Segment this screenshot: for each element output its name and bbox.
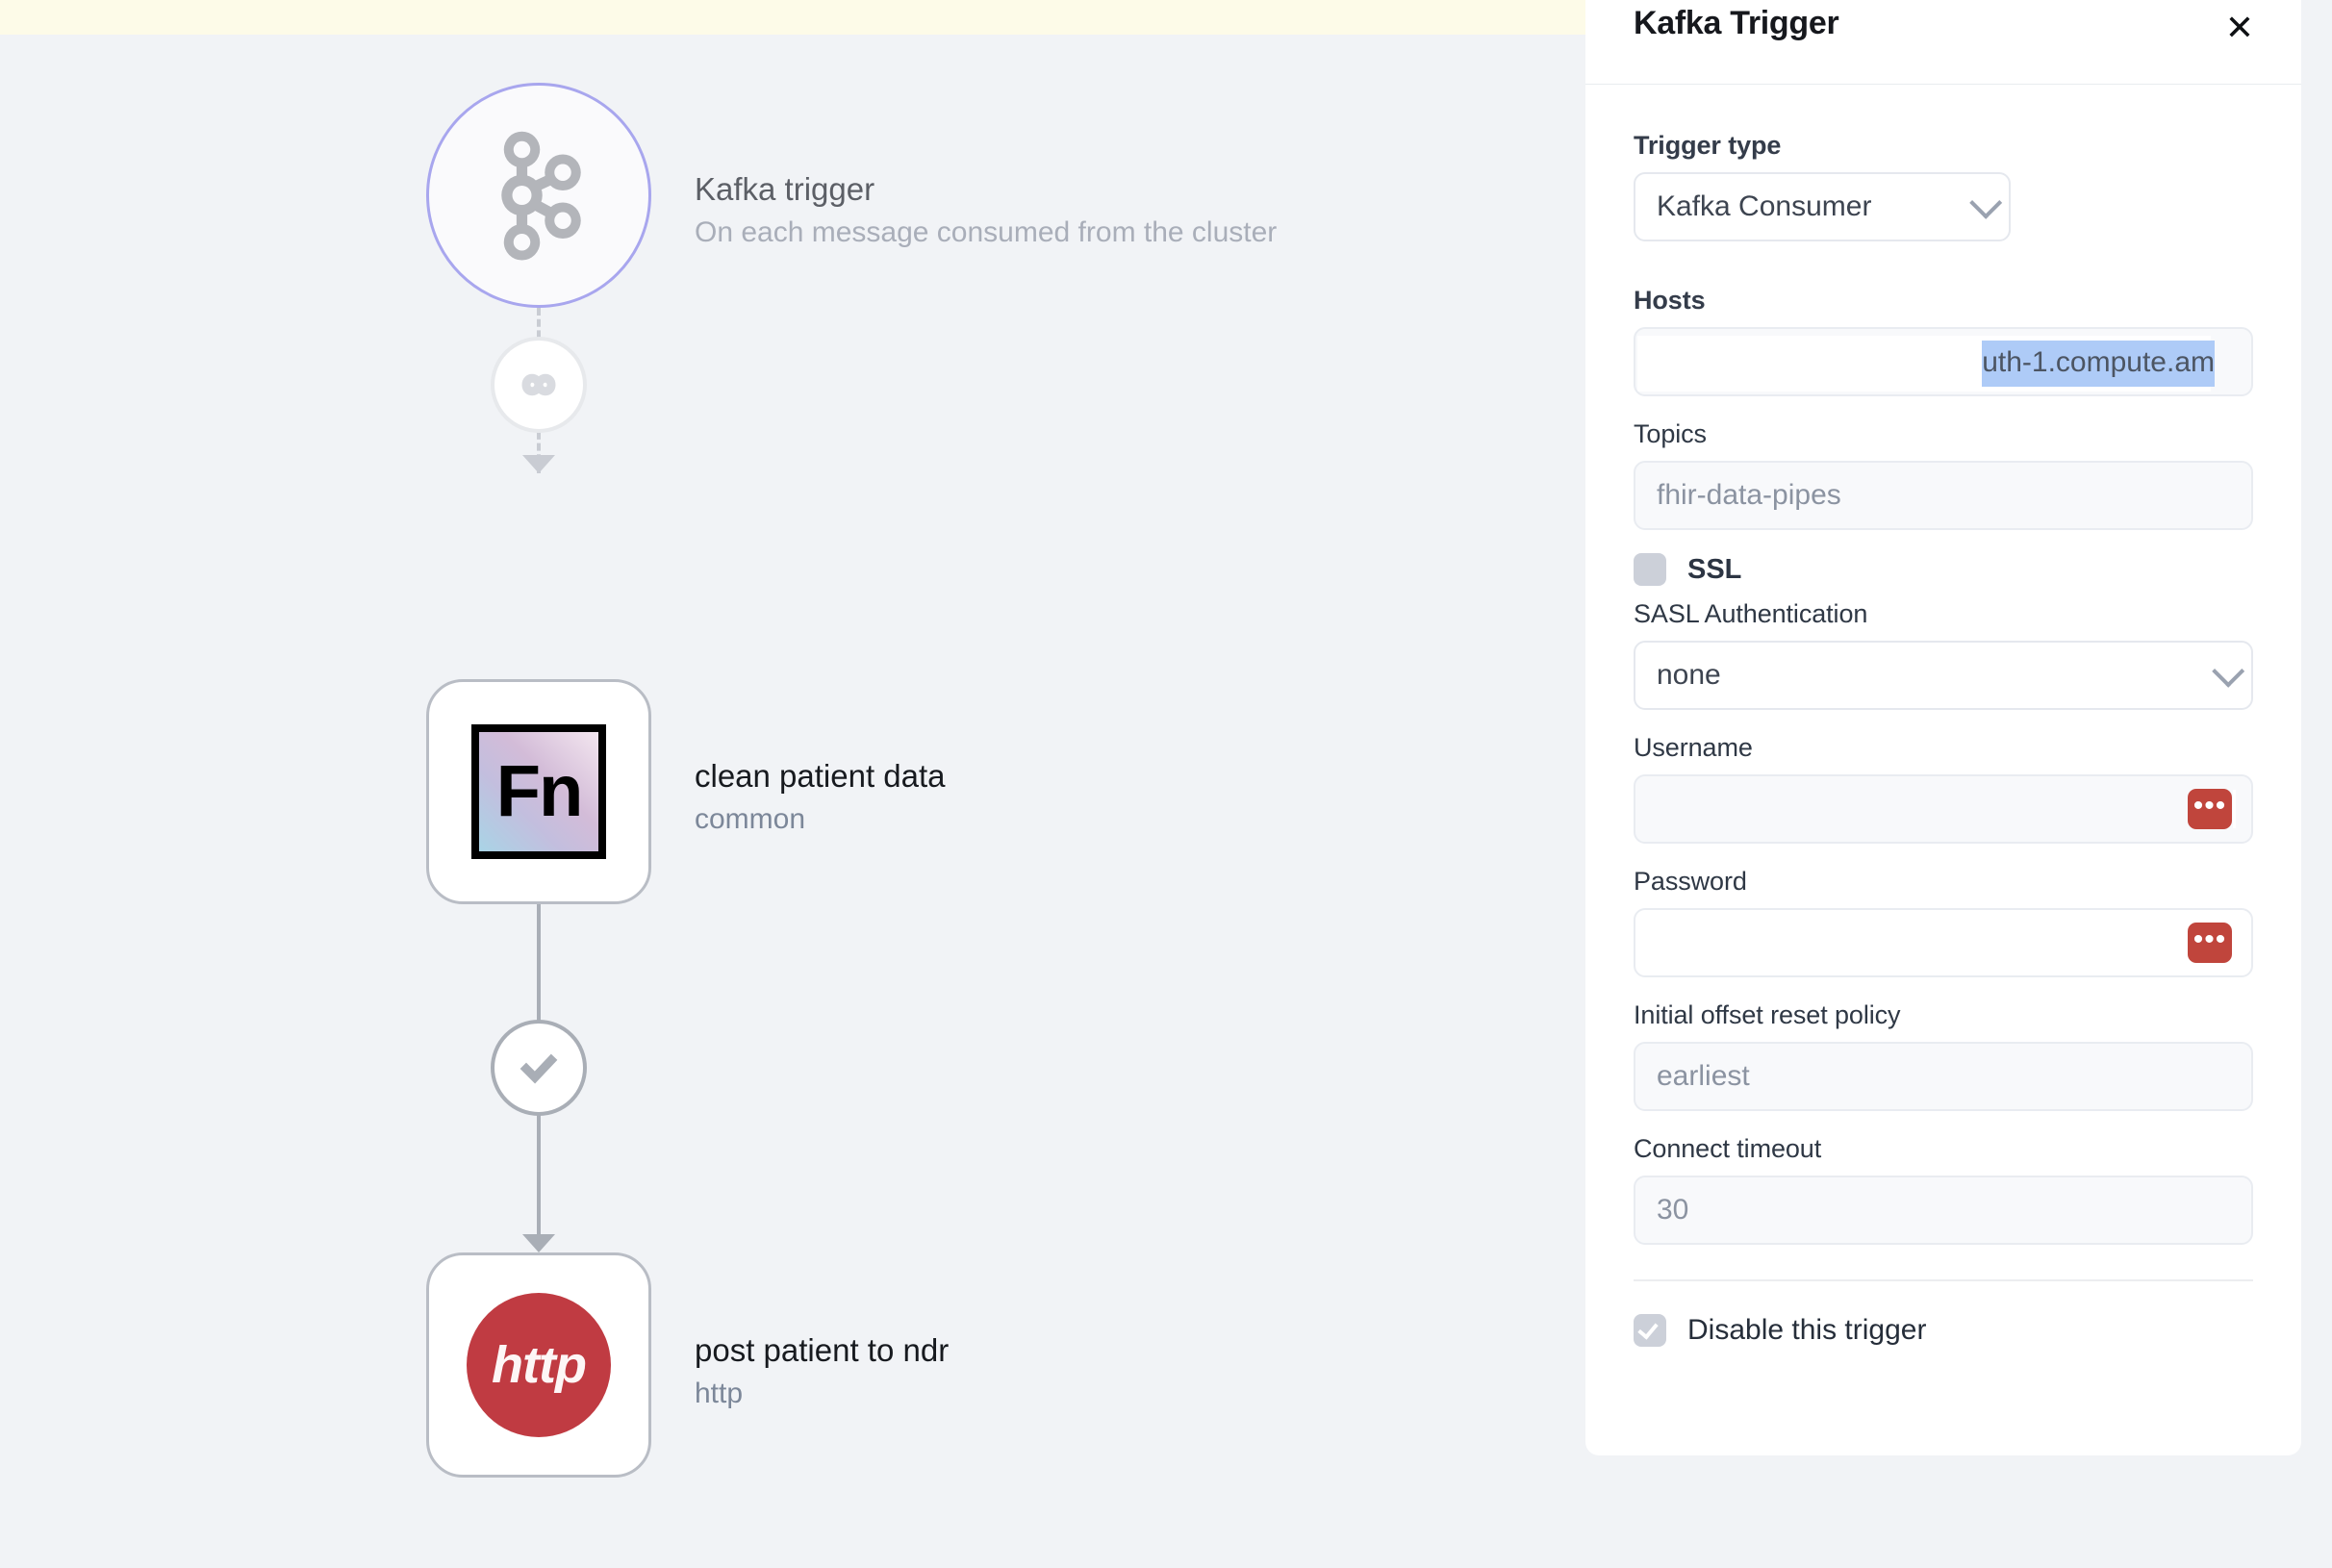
chevron-down-icon [2212, 654, 2245, 688]
ssl-checkbox[interactable] [1634, 553, 1666, 586]
node-label-clean-patient-data: clean patient data common [695, 756, 946, 839]
close-icon[interactable]: ✕ [2218, 7, 2261, 49]
connector-fn-to-http [489, 904, 589, 1252]
hosts-label: Hosts [1634, 286, 1706, 315]
connect-timeout-input[interactable]: 30 [1634, 1176, 2253, 1245]
trigger-type-label: Trigger type [1634, 131, 1782, 160]
password-secret-badge[interactable]: ••• [2188, 923, 2232, 963]
ssl-checkbox-row[interactable]: SSL [1634, 553, 2253, 586]
sasl-authentication-value: none [1657, 659, 1721, 691]
panel-header: Kafka Trigger ✕ [1585, 0, 2301, 85]
node-title: Kafka trigger [695, 171, 875, 207]
http-icon-label: http [492, 1336, 587, 1394]
workflow-flow: Kafka trigger On each message consumed f… [0, 35, 1585, 1568]
disable-trigger-label: Disable this trigger [1687, 1314, 1927, 1346]
arrow-head-icon [522, 1234, 555, 1252]
node-subtitle: common [695, 803, 806, 836]
connector-kafka-to-fn [489, 308, 589, 473]
hosts-input-text-area: uth-1.compute.am [1637, 336, 2215, 392]
initial-offset-reset-policy-label: Initial offset reset policy [1634, 1000, 1901, 1029]
fn-icon: Fn [471, 724, 606, 859]
disable-trigger-checkbox-row[interactable]: Disable this trigger [1634, 1314, 2253, 1347]
infinity-icon [521, 373, 556, 396]
connector-button-infinity[interactable] [491, 337, 587, 433]
arrow-head-icon [522, 455, 555, 473]
chevron-down-icon [1969, 186, 2003, 219]
check-icon [1637, 1318, 1659, 1340]
topics-placeholder: fhir-data-pipes [1657, 479, 1841, 511]
username-label: Username [1634, 733, 1753, 762]
password-cursor [2233, 923, 2236, 962]
initial-offset-reset-policy-placeholder: earliest [1657, 1060, 1750, 1092]
panel-title: Kafka Trigger [1634, 5, 1839, 41]
username-input[interactable]: ••• [1634, 774, 2253, 844]
kafka-icon [501, 131, 581, 261]
trigger-type-value: Kafka Consumer [1657, 190, 1872, 222]
connect-timeout-placeholder: 30 [1657, 1194, 1689, 1226]
node-clean-patient-data[interactable]: Fn [426, 679, 651, 904]
node-subtitle: http [695, 1378, 744, 1410]
hosts-selected-text: uth-1.compute.am [1982, 341, 2215, 387]
initial-offset-reset-policy-input[interactable]: earliest [1634, 1042, 2253, 1111]
node-label-kafka-trigger: Kafka trigger On each message consumed f… [695, 169, 1277, 252]
node-title: clean patient data [695, 758, 946, 794]
check-icon [520, 1053, 558, 1084]
node-title: post patient to ndr [695, 1332, 950, 1368]
sasl-authentication-select[interactable]: none [1634, 641, 2253, 710]
node-label-post-patient-to-ndr: post patient to ndr http [695, 1330, 949, 1413]
topics-input[interactable]: fhir-data-pipes [1634, 461, 2253, 530]
panel-body: Trigger type Kafka Consumer Hosts uth-1.… [1585, 85, 2301, 1455]
topics-label: Topics [1634, 419, 1707, 448]
hosts-input[interactable]: uth-1.compute.am [1634, 327, 2253, 396]
disable-trigger-checkbox[interactable] [1634, 1314, 1666, 1347]
fn-icon-label: Fn [495, 750, 584, 832]
top-notification-banner [0, 0, 1585, 35]
password-label: Password [1634, 867, 1747, 896]
username-secret-badge[interactable]: ••• [2188, 789, 2232, 829]
username-cursor [2233, 790, 2236, 828]
trigger-type-select[interactable]: Kafka Consumer [1634, 172, 2011, 241]
kafka-trigger-panel: Kafka Trigger ✕ Trigger type Kafka Consu… [1585, 0, 2301, 1455]
http-icon: http [467, 1293, 611, 1437]
panel-divider [1634, 1279, 2253, 1281]
workflow-canvas[interactable]: Kafka trigger On each message consumed f… [0, 35, 1585, 1568]
ssl-label: SSL [1687, 553, 1742, 585]
sasl-authentication-label: SASL Authentication [1634, 599, 1868, 628]
node-kafka-trigger[interactable] [426, 83, 651, 308]
connect-timeout-label: Connect timeout [1634, 1134, 1822, 1163]
node-post-patient-to-ndr[interactable]: http [426, 1252, 651, 1478]
connector-button-check[interactable] [491, 1020, 587, 1116]
password-input[interactable]: ••• [1634, 908, 2253, 977]
node-subtitle: On each message consumed from the cluste… [695, 216, 1278, 249]
